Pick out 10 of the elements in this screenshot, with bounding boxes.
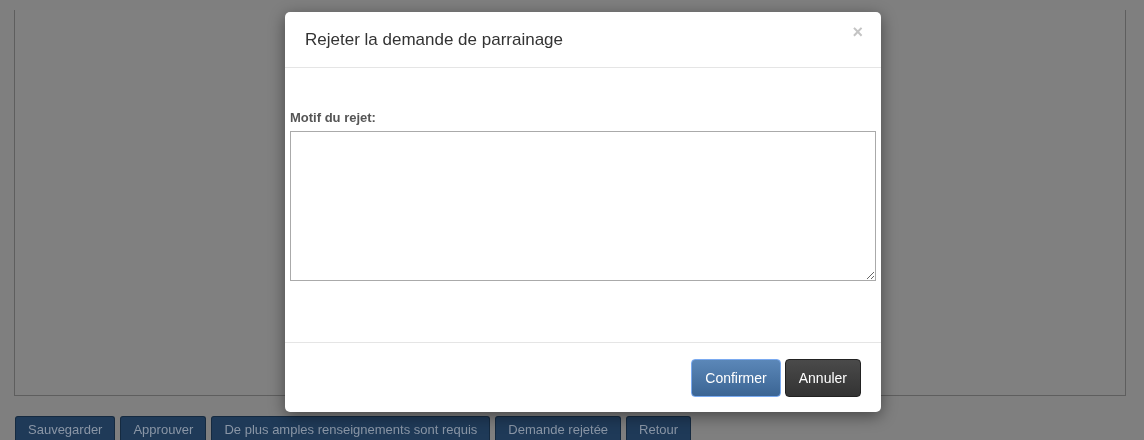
dialog-title: Rejeter la demande de parrainage [305,29,563,50]
field-label: Motif du rejet: [290,110,377,125]
action-button[interactable]: De plus amples renseignements sont requis [211,416,491,440]
confirm-button[interactable]: Confirmer [691,358,781,397]
cancel-button[interactable]: Annuler [784,358,861,397]
action-button[interactable]: Sauvegarder [15,416,116,440]
action-button[interactable]: Demande rejetée [495,416,622,440]
action-button[interactable]: Approuver [120,416,207,440]
action-button[interactable]: Retour [626,416,692,440]
reason-field[interactable] [290,131,876,281]
